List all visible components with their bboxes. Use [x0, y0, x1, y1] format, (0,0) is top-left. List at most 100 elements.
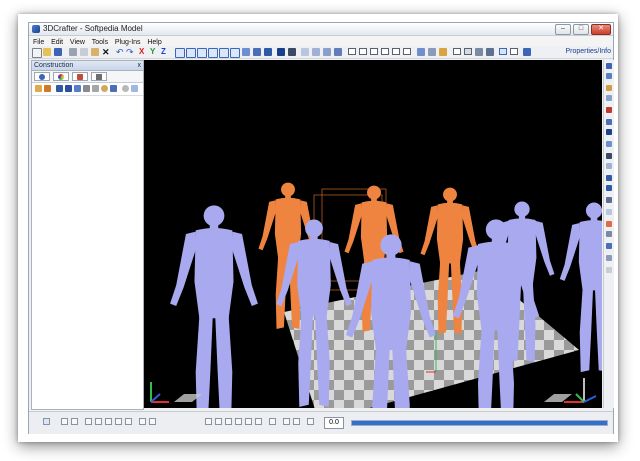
walk-icon[interactable] [334, 48, 342, 56]
roll-icon[interactable] [606, 153, 612, 159]
view-perspective-icon[interactable] [606, 95, 612, 101]
step-back-button[interactable] [95, 418, 102, 425]
view-single-icon[interactable] [348, 48, 356, 55]
wireframe-icon[interactable] [606, 231, 612, 237]
select-icon[interactable] [242, 48, 250, 56]
timeline-slider[interactable] [351, 420, 608, 426]
properties-icon[interactable] [523, 48, 531, 56]
materials-tab-icon[interactable] [53, 72, 69, 81]
axis-z-button[interactable]: Z [161, 47, 166, 57]
spin-icon[interactable] [606, 141, 612, 147]
light-object-icon[interactable] [101, 85, 108, 92]
textured-icon[interactable] [606, 255, 612, 261]
shaded-icon[interactable] [606, 243, 612, 249]
fast-forward-button[interactable] [125, 418, 132, 425]
reset-view-icon[interactable] [606, 197, 612, 203]
close-button[interactable]: ✕ [591, 24, 611, 35]
view-quad-icon[interactable] [392, 48, 400, 55]
rewind-button[interactable] [85, 418, 92, 425]
view-layout-icon[interactable] [403, 48, 411, 55]
camera-icon[interactable] [301, 48, 309, 56]
options-icon[interactable] [131, 85, 138, 92]
grid-icon[interactable] [475, 48, 483, 56]
anim-key-button[interactable] [283, 418, 290, 425]
light-icon[interactable] [312, 48, 320, 56]
snap-icon[interactable] [486, 48, 494, 56]
delete-icon[interactable]: ✕ [102, 48, 110, 57]
maximize-button[interactable]: □ [573, 24, 589, 35]
anim-first-frame-button[interactable] [205, 418, 212, 425]
anim-last-frame-button[interactable] [255, 418, 262, 425]
minimize-button[interactable]: – [555, 24, 571, 35]
view-user-icon[interactable] [606, 107, 612, 113]
pan-icon[interactable] [323, 48, 331, 56]
tilt-icon[interactable] [606, 163, 612, 169]
orbit-icon[interactable] [606, 119, 612, 125]
anim-play-button[interactable] [225, 418, 232, 425]
fit-view-icon[interactable] [208, 48, 218, 58]
render-icon[interactable] [417, 48, 425, 56]
record-button[interactable] [149, 418, 156, 425]
settings-icon[interactable] [122, 85, 129, 92]
frame-view-icon[interactable] [219, 48, 229, 58]
axis-y-button[interactable]: Y [150, 47, 155, 57]
zoom-all-icon[interactable] [197, 48, 207, 58]
view-three-icon[interactable] [381, 48, 389, 55]
shape-variant-icon[interactable] [44, 85, 51, 92]
lights-toggle-icon[interactable] [606, 267, 612, 273]
3d-viewport[interactable] [144, 60, 602, 408]
loop-button[interactable] [139, 418, 146, 425]
anim-stop-button[interactable] [235, 418, 242, 425]
view-front-icon[interactable] [606, 73, 612, 79]
properties-info-button[interactable]: Properties/Info [565, 47, 611, 57]
move-icon[interactable] [253, 48, 261, 56]
light-bulb-icon[interactable] [439, 48, 447, 56]
lathe-icon[interactable] [92, 85, 99, 92]
undo-icon[interactable]: ↶ [116, 48, 124, 57]
anim-next-frame-button[interactable] [245, 418, 252, 425]
key-mode-button[interactable] [43, 418, 50, 425]
view-top-icon[interactable] [606, 63, 612, 69]
view-side-icon[interactable] [606, 85, 612, 91]
panel-right-icon[interactable] [464, 48, 472, 55]
save-icon[interactable] [54, 48, 62, 56]
rotate-icon[interactable] [264, 48, 272, 56]
zoom-selected-icon[interactable] [186, 48, 196, 58]
tools-tab-icon[interactable] [91, 72, 107, 81]
view-split-horizontal-icon[interactable] [370, 48, 378, 55]
shape-icon[interactable] [35, 85, 42, 92]
scale-icon[interactable] [277, 48, 285, 56]
toolbar-toggle-icon[interactable] [510, 48, 518, 55]
zoom-extents-icon[interactable] [175, 48, 185, 58]
dolly-icon[interactable] [606, 129, 612, 135]
panel-close-button[interactable]: x [138, 61, 142, 70]
axis-x-button[interactable]: X [139, 47, 144, 57]
panel-left-icon[interactable] [453, 48, 461, 55]
object-icon[interactable] [288, 48, 296, 56]
anim-loop-button[interactable] [269, 418, 276, 425]
key-add-button[interactable] [61, 418, 68, 425]
zoom-window-icon[interactable] [230, 48, 240, 58]
grid-toggle-icon[interactable] [606, 209, 612, 215]
key-remove-button[interactable] [71, 418, 78, 425]
axis-toggle-icon[interactable] [606, 221, 612, 227]
cut-icon[interactable] [69, 48, 77, 56]
camera-object-icon[interactable] [74, 85, 81, 92]
anim-options-button[interactable] [307, 418, 314, 425]
anim-settings-button[interactable] [293, 418, 300, 425]
spline-icon[interactable] [83, 85, 90, 92]
frame-input[interactable]: 0.0 [324, 417, 344, 429]
copy-icon[interactable] [80, 48, 88, 56]
render-settings-icon[interactable] [428, 48, 436, 56]
open-icon[interactable] [43, 48, 51, 56]
paste-icon[interactable] [91, 48, 99, 56]
step-forward-button[interactable] [115, 418, 122, 425]
primitives-tab-icon[interactable] [34, 72, 50, 81]
redo-icon[interactable]: ↷ [126, 48, 134, 57]
play-button[interactable] [105, 418, 112, 425]
zoom-in-icon[interactable] [606, 175, 612, 181]
view-split-vertical-icon[interactable] [359, 48, 367, 55]
cylinder-icon[interactable] [65, 85, 72, 92]
new-icon[interactable] [32, 48, 42, 58]
anim-prev-frame-button[interactable] [215, 418, 222, 425]
